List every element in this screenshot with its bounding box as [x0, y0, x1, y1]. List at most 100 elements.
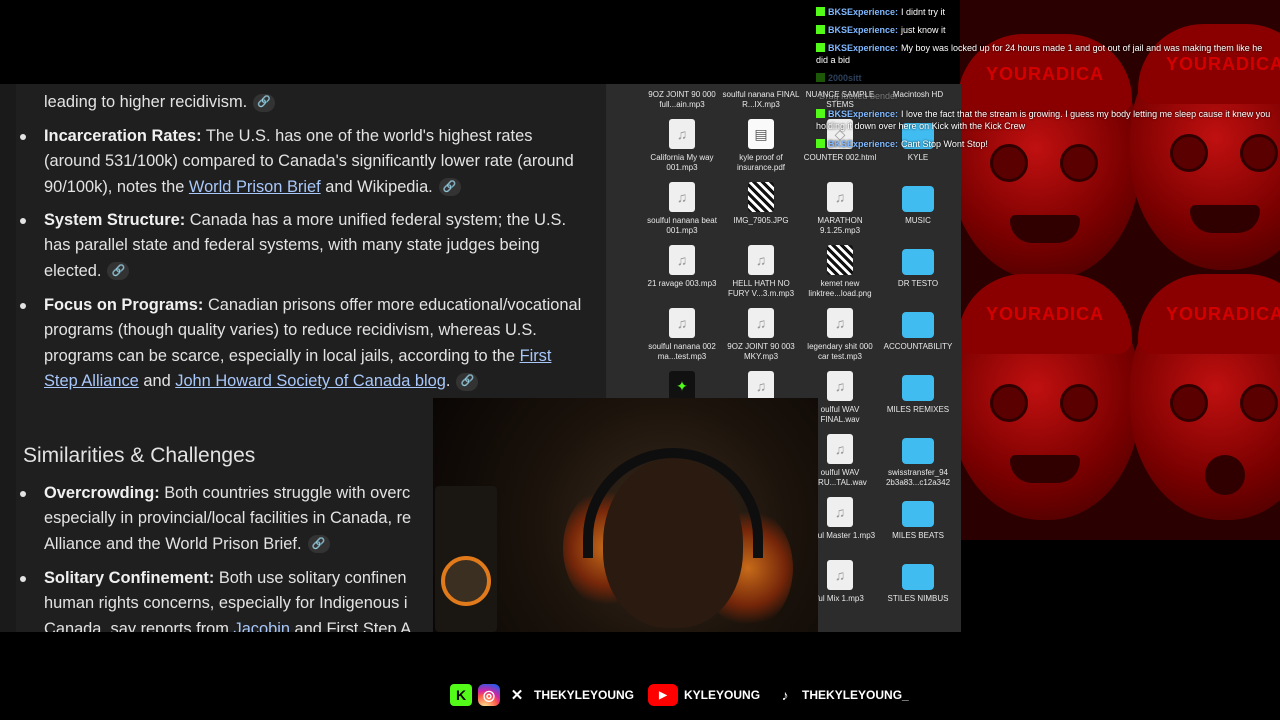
kick-badge-icon [816, 25, 825, 34]
link-icon[interactable]: 🔗 [253, 93, 276, 112]
chat-username: BKSExperience: [828, 109, 899, 119]
kick-badge-icon [816, 139, 825, 148]
bullet [20, 134, 26, 140]
desktop-file[interactable]: DR TESTO [879, 245, 957, 289]
file-name: STILES NIMBUS [887, 594, 949, 603]
chat-message: BKSExperience: I didnt try it [816, 6, 1276, 18]
link-john-howard-society[interactable]: John Howard Society of Canada blog [175, 372, 446, 390]
social-bar: K ◎ ✕ THEKYLEYOUNG ▶ KYLEYOUNG ♪ THEKYLE… [450, 682, 917, 708]
desktop-file[interactable]: soulful nanana FINAL R...IX.mp3 [722, 90, 800, 110]
desktop-file[interactable]: swisstransfer_94 2b3a83...c12a342 [879, 434, 957, 488]
desktop-file[interactable]: IMG_7905.JPG [722, 182, 800, 226]
folder-icon [902, 564, 934, 590]
audio-icon: ♫ [827, 308, 853, 338]
kick-badge-icon [816, 7, 825, 16]
audio-icon: ♫ [827, 371, 853, 401]
x-icon: ✕ [510, 687, 524, 704]
bullet [20, 218, 26, 224]
tiktok-handle: THEKYLEYOUNG_ [802, 688, 909, 702]
file-name: IMG_7905.JPG [733, 216, 789, 225]
folder-icon [902, 312, 934, 338]
desktop-file[interactable]: MILES BEATS [879, 497, 957, 541]
stream-chat: BKSExperience: I didnt try it BKSExperienc… [816, 6, 1276, 156]
desktop-file[interactable]: ♫ HELL HATH NO FURY V...3.m.mp3 [722, 245, 800, 299]
paragraph-recidivism: leading to higher recidivism. 🔗 [44, 90, 584, 115]
file-name: kyle proof of insurance.pdf [736, 153, 786, 172]
file-name: legendary shit 000 car test.mp3 [807, 342, 873, 361]
link-world-prison-brief[interactable]: World Prison Brief [189, 178, 321, 196]
folder-icon [902, 375, 934, 401]
chat-username: BKSExperience: [828, 7, 899, 17]
link-icon[interactable]: 🔗 [107, 262, 130, 281]
audio-icon: ♫ [669, 245, 695, 275]
folder-icon [902, 501, 934, 527]
audio-icon: ♫ [748, 245, 774, 275]
audio-icon: ♫ [827, 434, 853, 464]
desktop-file[interactable]: ♫ California My way 001.mp3 [643, 119, 721, 173]
section-heading: Similarities & Challenges [23, 444, 256, 467]
file-name: 9OZ JOINT 90 000 full...ain.mp3 [648, 90, 716, 109]
audio-icon: ♫ [827, 560, 853, 590]
audio-icon: ♫ [827, 497, 853, 527]
chat-username: BKSExperience: [828, 43, 899, 53]
file-name: HELL HATH NO FURY V...3.m.mp3 [727, 279, 795, 298]
youtube-icon: ▶ [648, 684, 679, 706]
desktop-file[interactable]: ♫ 21 ravage 003.mp3 [643, 245, 721, 289]
emoji-face: YOURADICA [1130, 274, 1280, 520]
chat-username: BKSExperience: [828, 25, 899, 35]
youtube-handle: KYLEYOUNG [684, 688, 761, 702]
link-jacobin[interactable]: Jacobin [234, 620, 291, 632]
file-name: 21 ravage 003.mp3 [647, 279, 717, 288]
chat-text: I didnt try it [901, 7, 946, 17]
desktop-file[interactable]: STILES NIMBUS [879, 560, 957, 604]
desktop-file[interactable]: ▤ kyle proof of insurance.pdf [722, 119, 800, 173]
link-icon[interactable]: 🔗 [438, 178, 461, 197]
file-name: DR TESTO [897, 279, 939, 288]
audio-icon: ♫ [827, 182, 853, 212]
chat-message: BKSExperience: just know it [816, 24, 1276, 36]
x-handle: THEKYLEYOUNG [534, 688, 635, 702]
chat-username: 2000sitt [828, 73, 862, 83]
file-name: 9OZ JOINT 90 003 MKY.mp3 [727, 342, 795, 361]
chat-message: BKSExperience: I love the fact that the s… [816, 108, 1276, 132]
folder-icon [902, 249, 934, 275]
file-name: kemet new linktree...load.png [808, 279, 872, 298]
scroll-gutter [0, 84, 16, 632]
desktop-file[interactable]: ♫ legendary shit 000 car test.mp3 [801, 308, 879, 362]
chat-message: BKSExperience: My boy was locked up for 2… [816, 42, 1276, 66]
link-icon[interactable]: 🔗 [307, 535, 330, 554]
instagram-icon: ◎ [478, 684, 500, 706]
desktop-file[interactable]: ♫ soulful nanana beat 001.mp3 [643, 182, 721, 236]
desktop-file[interactable]: ♫ soulful nanana 002 ma...test.mp3 [643, 308, 721, 362]
desktop-file[interactable]: ACCOUNTABILITY [879, 308, 957, 352]
headphones [583, 448, 763, 558]
chat-message: Drug fuelled bender [816, 90, 1276, 102]
list-item-system: System Structure: Canada has a more unif… [44, 211, 567, 281]
chat-text: Drug fuelled bender [819, 91, 899, 101]
chat-username: BKSExperience: [828, 139, 899, 149]
desktop-file[interactable]: ♫ 9OZ JOINT 90 003 MKY.mp3 [722, 308, 800, 362]
desktop-file[interactable]: ♫ MARATHON 9.1.25.mp3 [801, 182, 879, 236]
file-name: soulful nanana beat 001.mp3 [647, 216, 717, 235]
kick-badge-icon [816, 109, 825, 118]
list-item-incarceration: Incarceration Rates: The U.S. has one of… [44, 127, 574, 197]
audio-icon: ♫ [669, 308, 695, 338]
desktop-file[interactable]: kemet new linktree...load.png [801, 245, 879, 299]
folder-icon [902, 186, 934, 212]
chat-text: Cant Stop Wont Stop! [901, 139, 988, 149]
chat-text: just know it [901, 25, 946, 35]
list-item-programs: Focus on Programs: Canadian prisons offe… [44, 296, 582, 391]
qr-icon [748, 182, 774, 212]
desktop-file[interactable]: 9OZ JOINT 90 000 full...ain.mp3 [643, 90, 721, 110]
file-name: California My way 001.mp3 [650, 153, 714, 172]
audio-icon: ♫ [669, 182, 695, 212]
app-icon: ✦ [669, 371, 695, 401]
desktop-file[interactable]: MILES REMIXES [879, 371, 957, 415]
link-icon[interactable]: 🔗 [456, 372, 479, 391]
bullet [20, 491, 26, 497]
studio-monitor [435, 486, 497, 632]
desktop-file[interactable]: MUSIC [879, 182, 957, 226]
bullet [20, 303, 26, 309]
chat-message: 2000sitt [816, 72, 1276, 84]
tiktok-icon: ♪ [781, 687, 789, 703]
